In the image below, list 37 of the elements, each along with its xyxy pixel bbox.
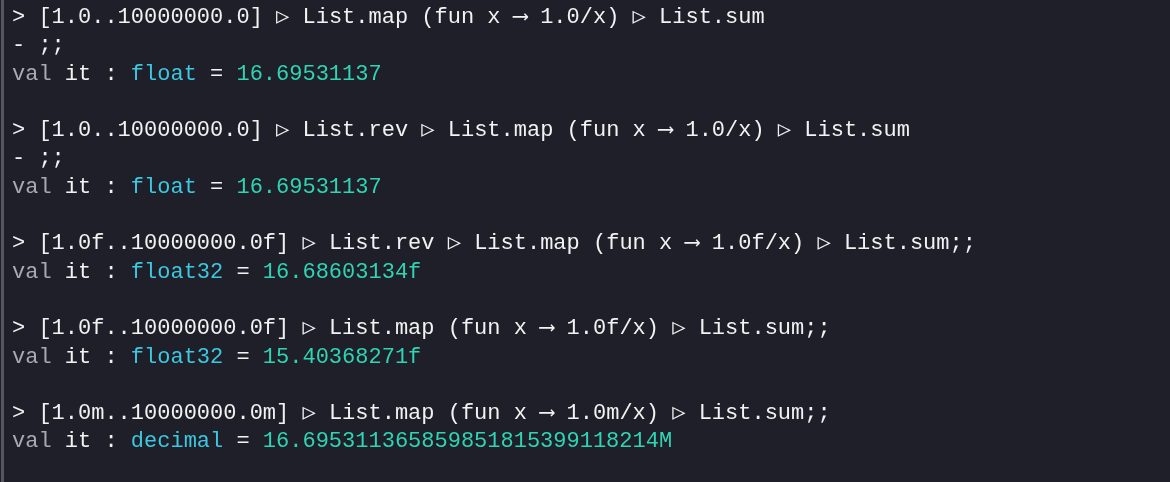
keyword: val [12, 429, 52, 455]
keyword: val [12, 61, 52, 87]
separator: : [104, 259, 118, 285]
command-line: > [1.0f..10000000.0f] ▷ List.map (fun x ⟶ 1.0f/x) ▷ List.sum;; [12, 316, 831, 342]
separator: = [210, 61, 224, 87]
type-name: float [130, 174, 197, 200]
result-value: 16.68603134f [262, 259, 422, 285]
keyword: val [12, 344, 52, 370]
separator: : [104, 61, 118, 87]
separator: = [210, 174, 224, 200]
separator: : [104, 429, 118, 455]
type-name: float32 [130, 259, 224, 285]
command-line: > [1.0f..10000000.0f] ▷ List.rev ▷ List.map (fun x ⟶ 1.0f/x) ▷ List.sum;; [12, 231, 976, 257]
variable-name: it [64, 259, 92, 285]
type-name: float32 [130, 344, 224, 370]
command-line: - ;; [12, 146, 65, 172]
result-value: 16.695311365859851815399118214M [262, 429, 673, 455]
result-value: 16.69531137 [236, 61, 382, 87]
command-line: > [1.0..10000000.0] ▷ List.map (fun x ⟶ 1.0/x) ▷ List.sum [12, 5, 765, 30]
variable-name: it [64, 174, 92, 200]
type-name: decimal [130, 429, 224, 455]
keyword: val [12, 259, 52, 285]
separator: = [236, 344, 250, 370]
command-line: > [1.0m..10000000.0m] ▷ List.map (fun x ⟶ 1.0m/x) ▷ List.sum;; [12, 401, 831, 427]
separator: : [104, 174, 118, 200]
variable-name: it [64, 61, 92, 87]
result-value: 16.69531137 [236, 174, 382, 200]
separator: = [236, 429, 250, 455]
command-line: - ;; [12, 33, 65, 59]
keyword: val [12, 174, 52, 200]
separator: = [236, 259, 250, 285]
type-name: float [130, 61, 197, 87]
result-value: 15.40368271f [262, 344, 422, 370]
variable-name: it [64, 429, 92, 455]
variable-name: it [64, 344, 92, 370]
command-line: > [1.0..10000000.0] ▷ List.rev ▷ List.map (fun x ⟶ 1.0/x) ▷ List.sum [12, 118, 910, 144]
separator: : [104, 344, 118, 370]
